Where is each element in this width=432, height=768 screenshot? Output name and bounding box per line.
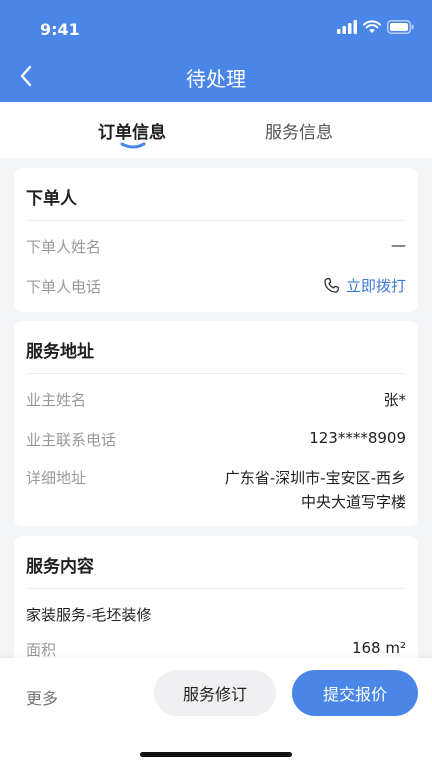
submit-quote-button[interactable]: 提交报价 bbox=[292, 670, 418, 716]
owner-name-label: 业主姓名 bbox=[26, 391, 87, 409]
service-card-title: 服务内容 bbox=[26, 557, 94, 577]
wifi-icon bbox=[363, 20, 381, 33]
divider bbox=[26, 588, 406, 589]
area-value: 168 m² bbox=[351, 639, 406, 657]
orderer-card-title: 下单人 bbox=[26, 189, 77, 209]
owner-name-value: 张* bbox=[383, 391, 406, 409]
home-indicator bbox=[140, 752, 292, 757]
area-label: 面积 bbox=[26, 641, 57, 659]
page-title: 待处理 bbox=[186, 67, 246, 91]
address-label: 详细地址 bbox=[26, 469, 87, 487]
orderer-name-value: — bbox=[391, 236, 406, 254]
service-address-card: 服务地址 业主姓名 张* 业主联系电话 123****8909 详细地址 广东省… bbox=[14, 321, 418, 526]
orderer-card: 下单人 下单人姓名 — 下单人电话 立即拨打 bbox=[14, 168, 418, 312]
service-name: 家装服务-毛坯装修 bbox=[26, 606, 152, 624]
more-button[interactable]: 更多 bbox=[26, 685, 58, 709]
owner-phone-label: 业主联系电话 bbox=[26, 431, 117, 449]
service-revise-button[interactable]: 服务修订 bbox=[154, 670, 276, 716]
phone-icon bbox=[324, 278, 339, 293]
call-now-button[interactable]: 立即拨打 bbox=[323, 275, 406, 296]
address-line-1: 广东省-深圳市-宝安区-西乡 bbox=[224, 469, 406, 487]
owner-phone-value: 123****8909 bbox=[309, 429, 406, 447]
tab-bar: 订单信息 服务信息 bbox=[0, 102, 432, 158]
address-line-2: 中央大道写字楼 bbox=[300, 493, 406, 511]
divider bbox=[26, 373, 406, 374]
address-card-title: 服务地址 bbox=[26, 342, 94, 362]
call-now-label: 立即拨打 bbox=[345, 277, 406, 295]
service-content-card: 服务内容 家装服务-毛坯装修 面积 168 m² bbox=[14, 536, 418, 676]
status-icons bbox=[337, 20, 414, 34]
battery-icon bbox=[387, 20, 414, 34]
app-header: 9:41 待处理 bbox=[0, 0, 432, 102]
status-time: 9:41 bbox=[40, 20, 80, 39]
orderer-name-label: 下单人姓名 bbox=[26, 238, 102, 256]
signal-icon bbox=[337, 20, 357, 34]
orderer-phone-label: 下单人电话 bbox=[26, 278, 102, 296]
tab-order-info[interactable]: 订单信息 bbox=[98, 118, 166, 143]
divider bbox=[26, 220, 406, 221]
tab-service-info[interactable]: 服务信息 bbox=[265, 118, 333, 143]
active-tab-indicator bbox=[120, 142, 146, 149]
